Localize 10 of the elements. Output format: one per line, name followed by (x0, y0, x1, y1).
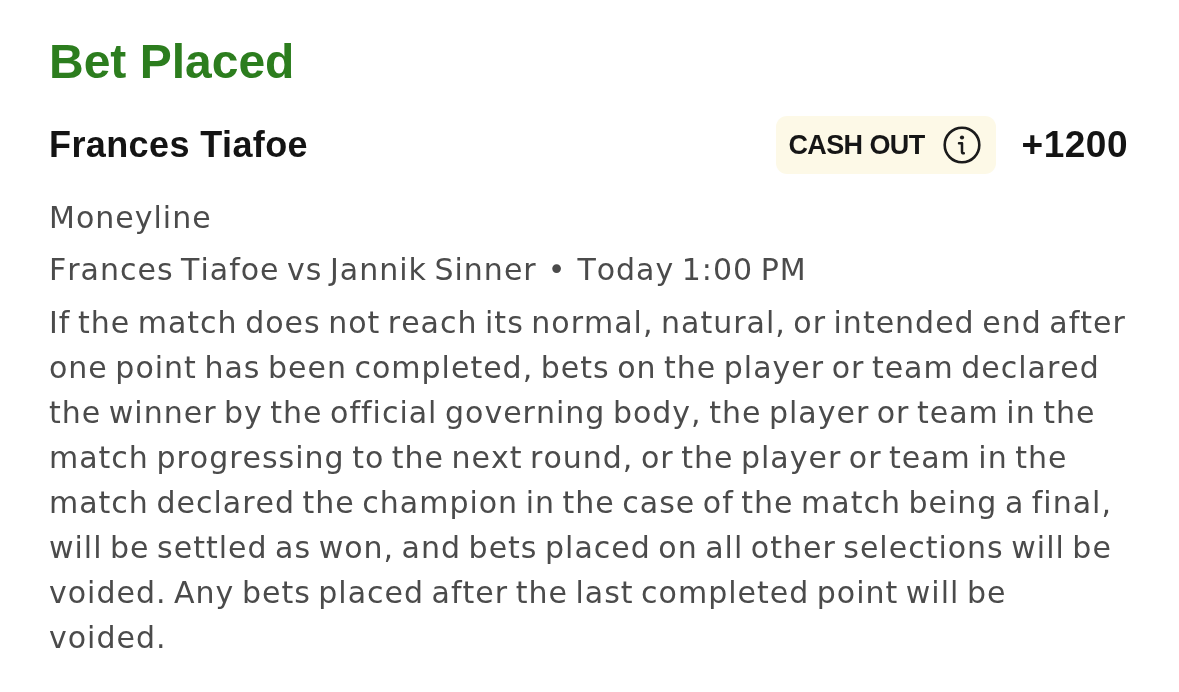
selection-name: Frances Tiafoe (49, 124, 310, 166)
market-type: Moneyline (49, 199, 212, 237)
event-matchup: Frances Tiafoe vs Jannik Sinner (49, 251, 537, 289)
rules-text: If the match does not reach its normal, natural, or intended end after one point has been completed, bets on the player or team declared the winner by the official governing body, the player or team in the match progressing to the next round, or the player or team in the match declared the champion in the case of the match being a final, will be settled as won, and bets placed on all other selections will be voided. Any bets placed after the last completed point will be voided. (49, 304, 1127, 657)
status-title: Bet Placed (49, 34, 295, 90)
info-icon (942, 126, 981, 164)
event-start-time: Today 1:00 PM (577, 251, 807, 289)
separator-dot: • (547, 251, 567, 289)
cash-out-button[interactable]: CASH OUT (776, 116, 996, 174)
odds-value: +1200 (1021, 124, 1128, 166)
